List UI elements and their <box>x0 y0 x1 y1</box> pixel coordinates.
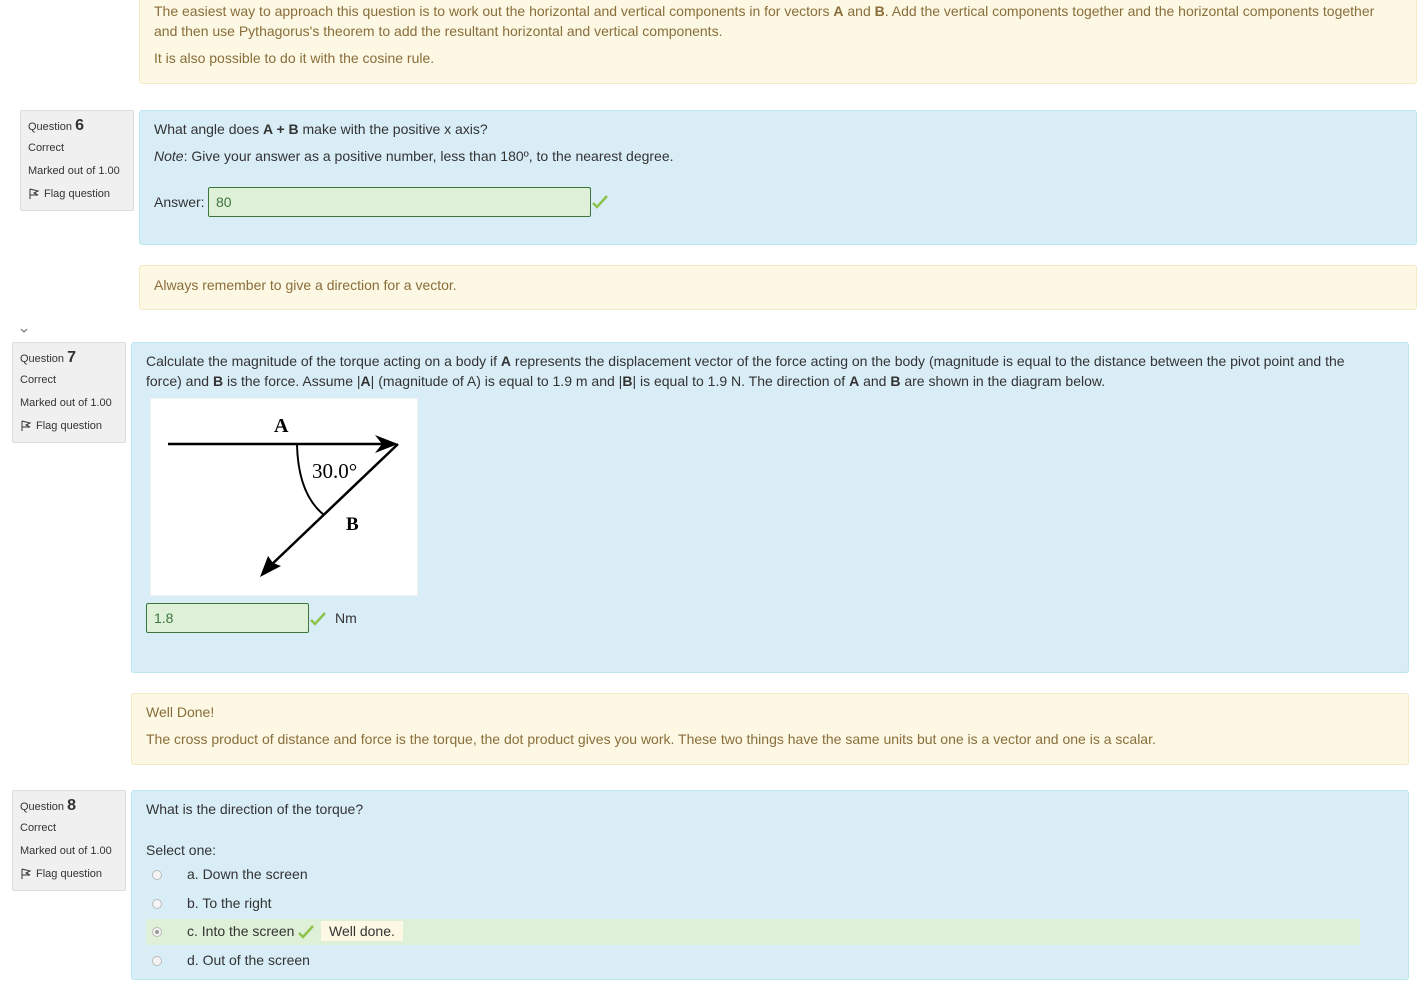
prev-feedback-line2: and then use Pythagorus's theorem to add… <box>154 23 723 39</box>
question-state: Correct <box>28 142 65 154</box>
answer-input[interactable]: 1.8 <box>146 603 309 633</box>
prev-feedback-line1: The easiest way to approach this questio… <box>154 3 1375 19</box>
question-7-formulation: Calculate the magnitude of the torque ac… <box>131 342 1409 673</box>
question-mark: Marked out of 1.00 <box>20 845 112 857</box>
option-d[interactable]: d. Out of the screen <box>146 948 1360 974</box>
select-one-label: Select one: <box>146 842 217 858</box>
option-label: a. Down the screen <box>187 866 308 882</box>
question-state: Correct <box>20 822 57 834</box>
question-8-info: Question 8 Correct Marked out of 1.00 Fl… <box>12 790 126 891</box>
flag-question-button[interactable]: Flag question <box>20 420 102 432</box>
flag-question-button[interactable]: Flag question <box>20 868 102 880</box>
feedback-text: Always remember to give a direction for … <box>154 277 457 293</box>
option-label: d. Out of the screen <box>187 952 310 968</box>
feedback-title: Well Done! <box>146 704 215 720</box>
question-7-feedback: Well Done! The cross product of distance… <box>131 693 1409 765</box>
question-text-line2: force) and B is the force. Assume |A| (m… <box>146 373 1106 389</box>
question-text-line1: Calculate the magnitude of the torque ac… <box>146 353 1345 369</box>
answer-label: Answer: <box>154 194 205 210</box>
question-6-formulation: What angle does A + B make with the posi… <box>139 110 1417 245</box>
flag-question-label: Flag question <box>44 188 111 200</box>
vector-b-label: B <box>346 514 359 535</box>
radio-button[interactable] <box>152 899 162 909</box>
feedback-text: The cross product of distance and force … <box>146 731 1156 747</box>
question-6-feedback: Always remember to give a direction for … <box>139 265 1417 310</box>
chevron-down-icon[interactable] <box>20 328 28 334</box>
question-mark: Marked out of 1.00 <box>20 397 112 409</box>
correct-check-icon <box>298 925 314 939</box>
flag-icon <box>21 868 32 879</box>
question-number: Question 7 <box>20 349 76 366</box>
vector-a-label: A <box>274 415 289 437</box>
vector-diagram: A 30.0° B <box>150 398 418 596</box>
flag-question-label: Flag question <box>36 420 103 432</box>
question-text: What angle does A + B make with the posi… <box>154 121 488 137</box>
question-7-info: Question 7 Correct Marked out of 1.00 Fl… <box>12 342 126 443</box>
correct-check-icon <box>310 612 326 626</box>
question-number: Question 8 <box>20 797 76 814</box>
prev-feedback-panel: The easiest way to approach this questio… <box>139 0 1417 84</box>
radio-button-selected[interactable] <box>152 927 162 937</box>
option-label: c. Into the screen <box>187 923 295 939</box>
flag-question-label: Flag question <box>36 868 103 880</box>
option-label: b. To the right <box>187 895 272 911</box>
radio-button[interactable] <box>152 956 162 966</box>
question-6-info: Question 6 Correct Marked out of 1.00 Fl… <box>20 110 134 211</box>
option-c[interactable]: c. Into the screen Well done. <box>146 919 1360 945</box>
angle-label: 30.0° <box>312 459 357 483</box>
flag-question-button[interactable]: Flag question <box>28 188 110 200</box>
option-a[interactable]: a. Down the screen <box>146 862 1360 888</box>
question-text: What is the direction of the torque? <box>146 801 364 817</box>
option-b[interactable]: b. To the right <box>146 891 1360 917</box>
question-8-formulation: What is the direction of the torque? Sel… <box>131 790 1409 980</box>
answer-options: a. Down the screen b. To the right c. In… <box>146 862 1396 982</box>
question-number: Question 6 <box>28 117 84 134</box>
answer-input[interactable]: 80 <box>208 187 591 217</box>
radio-button[interactable] <box>152 870 162 880</box>
flag-icon <box>21 420 32 431</box>
prev-feedback-line3: It is also possible to do it with the co… <box>154 50 435 66</box>
question-mark: Marked out of 1.00 <box>28 165 120 177</box>
flag-icon <box>29 188 40 199</box>
correct-check-icon <box>592 195 608 209</box>
question-note: Note: Give your answer as a positive num… <box>154 148 674 164</box>
question-state: Correct <box>20 374 57 386</box>
answer-unit: Nm <box>335 610 357 626</box>
option-feedback: Well done. <box>321 921 403 941</box>
